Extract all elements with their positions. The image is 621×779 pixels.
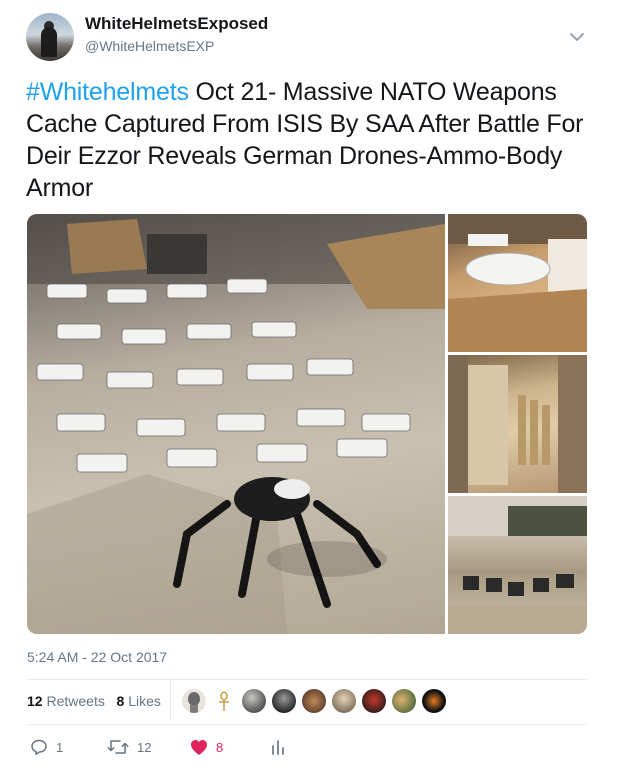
photo-drones-scene bbox=[27, 214, 445, 634]
photo-ammo-scene bbox=[448, 355, 587, 493]
retweets-stat[interactable]: 12 Retweets bbox=[27, 693, 105, 709]
tweet-card: WhiteHelmetsExposed @WhiteHelmetsEXP #Wh… bbox=[0, 0, 621, 779]
chevron-down-icon[interactable] bbox=[568, 30, 586, 44]
divider-top bbox=[27, 679, 587, 680]
likes-count: 8 bbox=[116, 693, 125, 709]
heart-icon bbox=[191, 739, 207, 755]
retweets-label: Retweets bbox=[46, 693, 105, 709]
tweet-text: #Whitehelmets Oct 21- Massive NATO Weapo… bbox=[26, 76, 601, 204]
liker-avatar[interactable] bbox=[272, 689, 296, 713]
tweet-timestamp[interactable]: 5:24 AM - 22 Oct 2017 bbox=[27, 649, 167, 665]
photo-body-armor[interactable] bbox=[448, 496, 587, 634]
media-grid bbox=[27, 214, 587, 634]
retweets-count: 12 bbox=[27, 693, 43, 709]
liker-avatar[interactable] bbox=[392, 689, 416, 713]
liker-avatar[interactable] bbox=[362, 689, 386, 713]
photo-ammunition-crates[interactable] bbox=[448, 355, 587, 493]
liker-avatar[interactable] bbox=[242, 689, 266, 713]
photo-drones-on-ground[interactable] bbox=[27, 214, 445, 634]
likes-stat[interactable]: 8 Likes bbox=[117, 693, 161, 709]
tweet-stats: 12 Retweets 8 Likes bbox=[27, 693, 161, 709]
likes-label: Likes bbox=[128, 693, 161, 709]
photo-drone-in-box[interactable] bbox=[448, 214, 587, 352]
reply-button[interactable]: 1 bbox=[30, 737, 63, 757]
retweet-icon bbox=[107, 740, 129, 754]
reply-icon bbox=[31, 739, 47, 756]
photo-box-scene bbox=[448, 214, 587, 352]
analytics-button[interactable] bbox=[271, 737, 285, 757]
display-name[interactable]: WhiteHelmetsExposed bbox=[85, 14, 268, 34]
avatar[interactable] bbox=[26, 13, 74, 61]
hashtag-link[interactable]: #Whitehelmets bbox=[26, 78, 189, 106]
avatar-figure-body bbox=[41, 27, 57, 57]
divider-bottom bbox=[27, 724, 587, 725]
stats-separator bbox=[170, 680, 171, 720]
liker-avatar[interactable] bbox=[182, 689, 206, 713]
analytics-icon bbox=[272, 740, 284, 755]
liker-avatar[interactable] bbox=[332, 689, 356, 713]
reply-count: 1 bbox=[56, 739, 64, 755]
liker-avatar[interactable] bbox=[422, 689, 446, 713]
bust-icon bbox=[188, 692, 200, 713]
retweet-button[interactable]: 12 bbox=[107, 737, 151, 757]
photo-armor-scene bbox=[448, 496, 587, 634]
like-count: 8 bbox=[216, 739, 224, 755]
retweet-count: 12 bbox=[137, 739, 152, 755]
liker-avatar[interactable] bbox=[212, 689, 236, 713]
user-handle[interactable]: @WhiteHelmetsEXP bbox=[85, 38, 214, 54]
liker-avatar[interactable] bbox=[302, 689, 326, 713]
ankh-icon bbox=[219, 691, 229, 711]
like-button[interactable]: 8 bbox=[190, 737, 223, 757]
